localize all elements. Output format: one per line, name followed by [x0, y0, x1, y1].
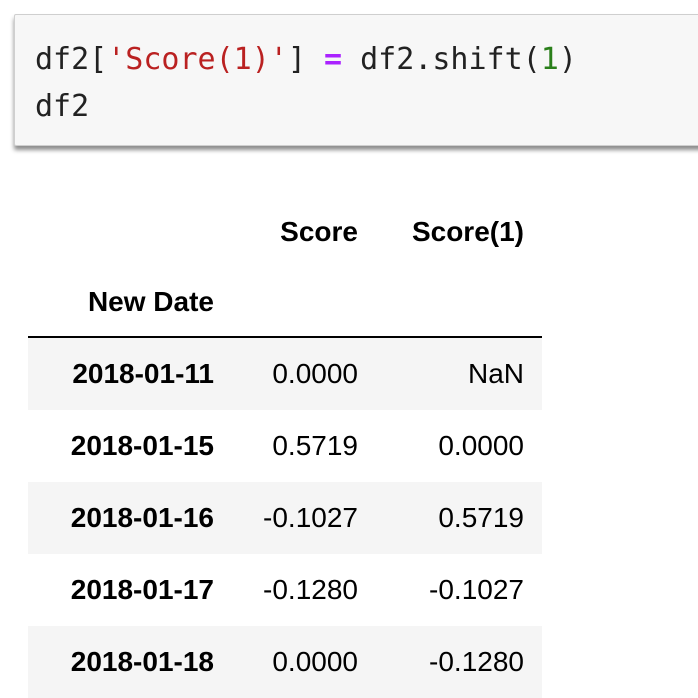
code-line-2[interactable]: df2 — [35, 89, 89, 125]
code-operator-token: = — [324, 42, 343, 77]
code-cell[interactable]: df2['Score(1)'] = df2.shift(1) df2 — [14, 14, 698, 146]
cell-score: 0.0000 — [272, 358, 358, 389]
row-index: 2018-01-15 — [70, 430, 214, 461]
cell-score-1: -0.1027 — [429, 574, 524, 605]
code-number-token: 1 — [540, 42, 559, 77]
table-row: 2018-01-16 -0.1027 0.5719 — [28, 482, 542, 554]
column-header: Score(1) — [411, 216, 524, 247]
code-token: ] — [287, 42, 324, 77]
cell-score: -0.1280 — [263, 574, 358, 605]
column-header: Score — [280, 216, 358, 247]
row-index: 2018-01-11 — [72, 358, 214, 389]
table-row: 2018-01-17 -0.1280 -0.1027 — [28, 554, 542, 626]
cell-score-1: NaN — [467, 358, 524, 389]
cell-score: -0.1027 — [263, 502, 358, 533]
index-name-header: New Date — [87, 286, 214, 317]
cell-score-1: 0.0000 — [438, 430, 524, 461]
table-row: 2018-01-11 0.0000 NaN — [28, 338, 542, 410]
column-header-row: Score Score(1) — [28, 196, 542, 268]
cell-score-1: 0.5719 — [438, 502, 524, 533]
table-row: 2018-01-18 0.0000 -0.1280 — [28, 626, 542, 698]
index-header-row: New Date — [28, 266, 542, 338]
code-token: df2.shift( — [342, 42, 541, 77]
cell-score-1: -0.1280 — [429, 646, 524, 677]
row-index: 2018-01-18 — [70, 646, 214, 677]
code-token: ) — [558, 42, 577, 77]
row-index: 2018-01-16 — [70, 502, 214, 533]
table-row: 2018-01-15 0.5719 0.0000 — [28, 410, 542, 482]
code-line-1[interactable]: df2['Score(1)'] = df2.shift(1) — [35, 42, 577, 78]
cell-score: 0.5719 — [272, 430, 358, 461]
code-token: df2[ — [35, 42, 108, 77]
row-index: 2018-01-17 — [70, 574, 214, 605]
code-string-token: 'Score(1)' — [107, 42, 288, 77]
cell-score: 0.0000 — [272, 646, 358, 677]
